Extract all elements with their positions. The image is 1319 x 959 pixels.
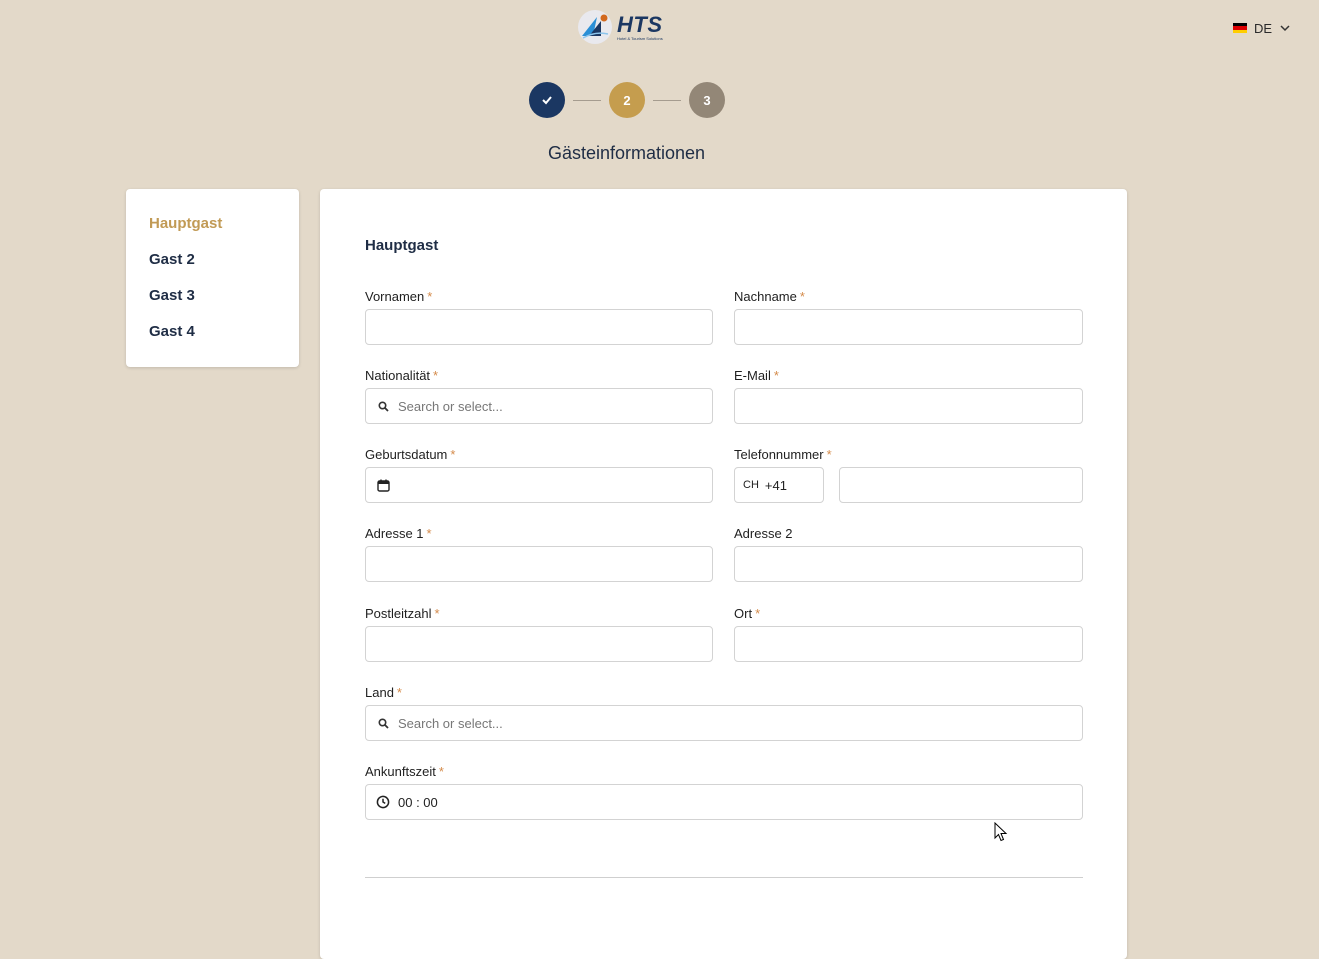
- sidebar-item-gast-2[interactable]: Gast 2: [149, 249, 299, 285]
- required-mark: *: [438, 764, 444, 779]
- guest-form-card: Hauptgast Vornamen * Nachname * Nationalit…: [320, 189, 1127, 959]
- nationalitaet-field: Nationalität * Search or select...: [365, 367, 713, 424]
- phone-number-input[interactable]: [839, 467, 1083, 503]
- plz-label: Postleitzahl: [365, 606, 432, 621]
- required-mark: *: [826, 447, 832, 462]
- step-connector: [653, 99, 681, 101]
- hts-logo[interactable]: HTS Hotel & Tourism Solutions: [577, 8, 679, 46]
- geburtsdatum-input[interactable]: [365, 467, 713, 503]
- ort-field: Ort *: [734, 605, 1083, 662]
- progress-stepper: 2 3: [529, 82, 725, 118]
- adresse2-input[interactable]: [734, 546, 1083, 582]
- required-mark: *: [433, 368, 439, 383]
- required-mark: *: [426, 526, 432, 541]
- search-icon: [376, 716, 390, 730]
- adresse2-label: Adresse 2: [734, 526, 793, 541]
- language-selector[interactable]: DE: [1233, 20, 1290, 36]
- ankunftszeit-value: 00 : 00: [398, 794, 438, 810]
- land-label: Land: [365, 685, 394, 700]
- check-icon: [542, 96, 552, 105]
- adresse1-label: Adresse 1: [365, 526, 424, 541]
- required-mark: *: [755, 606, 761, 621]
- plz-field: Postleitzahl *: [365, 605, 713, 662]
- logo-subtitle: Hotel & Tourism Solutions: [617, 35, 663, 41]
- form-divider: [365, 877, 1083, 878]
- page-title: Gästeinformationen: [547, 143, 706, 163]
- nationalitaet-select[interactable]: Search or select...: [365, 388, 713, 424]
- phone-country-select[interactable]: CH +41: [734, 467, 824, 503]
- email-input[interactable]: [734, 388, 1083, 424]
- form-title: Hauptgast: [365, 237, 439, 254]
- nationalitaet-label: Nationalität: [365, 368, 431, 383]
- ankunftszeit-label: Ankunftszeit: [365, 764, 436, 779]
- german-flag-icon: [1233, 23, 1247, 33]
- nachname-input[interactable]: [734, 309, 1083, 345]
- ankunftszeit-input[interactable]: 00 : 00: [365, 784, 1083, 820]
- land-placeholder: Search or select...: [398, 715, 503, 731]
- country-code: CH: [743, 479, 759, 491]
- ankunftszeit-field: Ankunftszeit * 00 : 00: [365, 763, 1083, 820]
- step-1-done[interactable]: [529, 82, 565, 118]
- land-field: Land * Search or select...: [365, 684, 1083, 741]
- email-label: E-Mail: [734, 368, 771, 383]
- ort-input[interactable]: [734, 626, 1083, 662]
- sidebar-item-gast-3[interactable]: Gast 3: [149, 285, 299, 321]
- search-icon: [376, 399, 390, 413]
- guest-sidebar: Hauptgast Gast 2 Gast 3 Gast 4: [126, 189, 299, 367]
- required-mark: *: [396, 685, 402, 700]
- step-2-current[interactable]: 2: [609, 82, 645, 118]
- mouse-cursor-icon: [994, 822, 1008, 842]
- telefon-label: Telefonnummer: [734, 447, 824, 462]
- hts-logo-mark-icon: [578, 10, 612, 44]
- sidebar-item-hauptgast[interactable]: Hauptgast: [149, 213, 299, 249]
- required-mark: *: [799, 289, 805, 304]
- geburtsdatum-field: Geburtsdatum *: [365, 446, 713, 503]
- clock-icon: [376, 795, 390, 809]
- chevron-down-icon: [1280, 24, 1290, 31]
- step-3-upcoming[interactable]: 3: [689, 82, 725, 118]
- geburtsdatum-label: Geburtsdatum: [365, 447, 448, 462]
- ort-label: Ort: [734, 606, 753, 621]
- dial-code: +41: [764, 477, 787, 493]
- required-mark: *: [427, 289, 433, 304]
- sidebar-item-gast-4[interactable]: Gast 4: [149, 321, 299, 357]
- required-mark: *: [773, 368, 779, 383]
- vornamen-field: Vornamen *: [365, 288, 713, 345]
- calendar-icon: [376, 478, 390, 492]
- vornamen-label: Vornamen: [365, 289, 425, 304]
- logo-title: HTS: [617, 11, 663, 37]
- land-select[interactable]: Search or select...: [365, 705, 1083, 741]
- nachname-label: Nachname: [734, 289, 797, 304]
- top-bar: HTS Hotel & Tourism Solutions DE: [0, 0, 1319, 56]
- nationalitaet-placeholder: Search or select...: [398, 398, 503, 414]
- vornamen-input[interactable]: [365, 309, 713, 345]
- step-connector: [573, 99, 601, 101]
- required-mark: *: [450, 447, 456, 462]
- plz-input[interactable]: [365, 626, 713, 662]
- adresse1-field: Adresse 1 *: [365, 525, 713, 582]
- adresse2-field: Adresse 2: [734, 525, 1083, 582]
- telefon-field: Telefonnummer * CH +41: [734, 446, 1083, 503]
- nachname-field: Nachname *: [734, 288, 1083, 345]
- adresse1-input[interactable]: [365, 546, 713, 582]
- email-field: E-Mail *: [734, 367, 1083, 424]
- language-code: DE: [1254, 20, 1273, 36]
- required-mark: *: [434, 606, 440, 621]
